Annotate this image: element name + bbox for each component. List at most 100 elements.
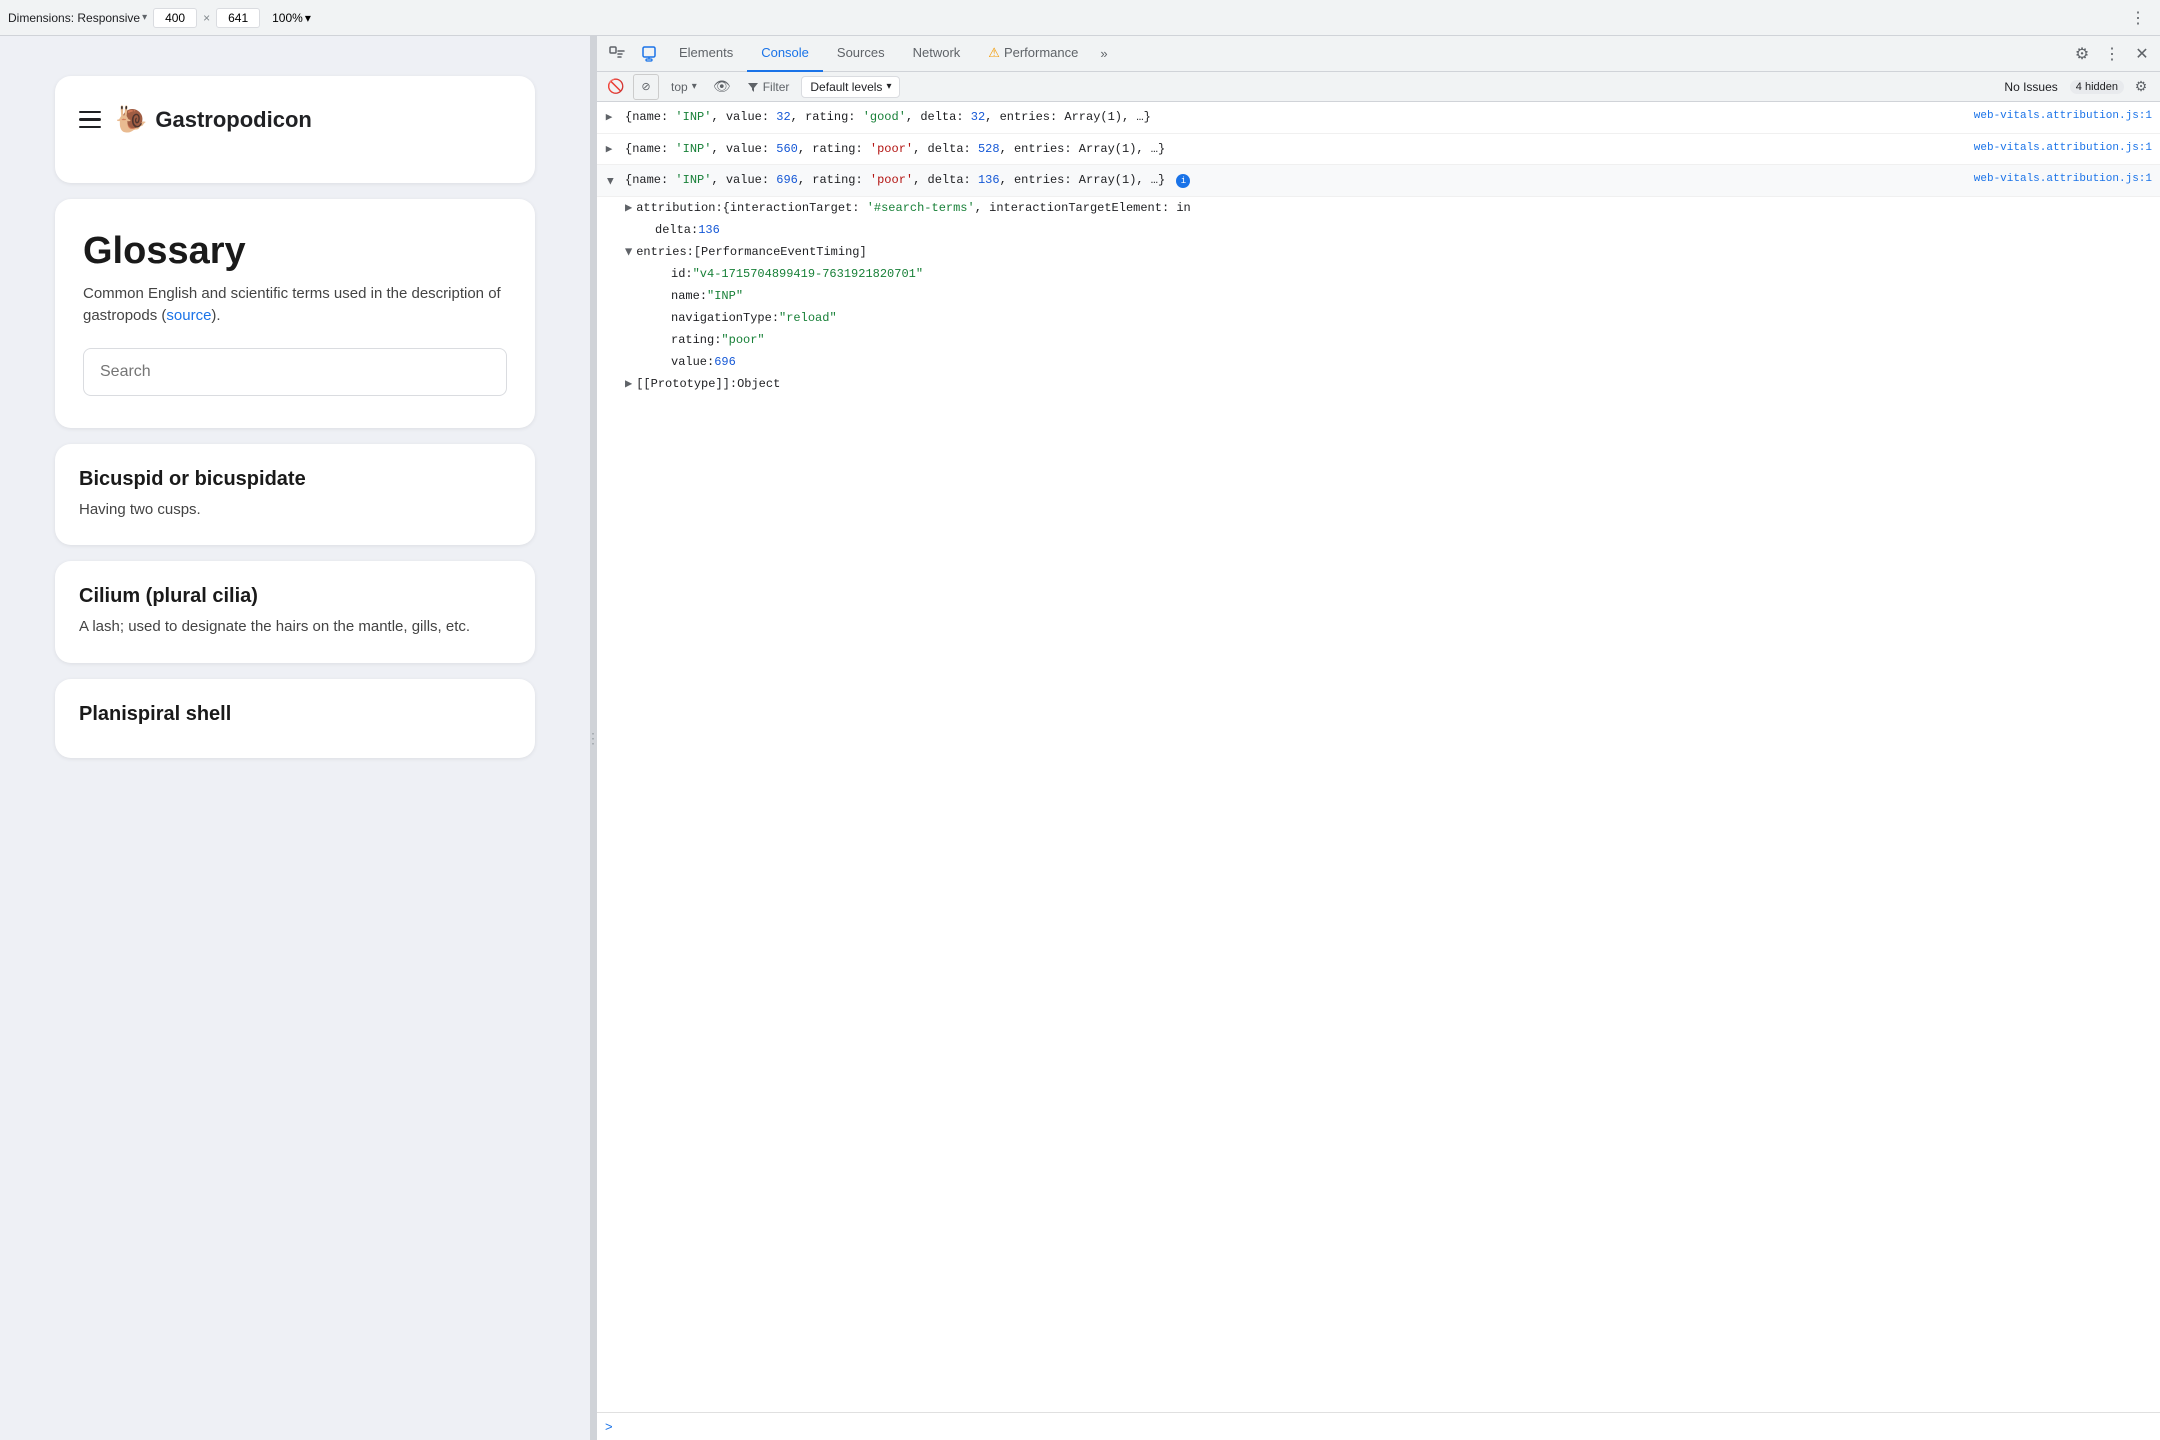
tab-network[interactable]: Network (899, 36, 975, 72)
dimensions-label: Dimensions: Responsive (8, 11, 140, 25)
console-settings-button[interactable]: ⊘ (633, 74, 659, 100)
search-input[interactable] (83, 348, 507, 396)
tree-rating: rating: "poor" (597, 329, 2160, 351)
glossary-title: Glossary (83, 231, 507, 273)
filter-label: Filter (763, 80, 790, 94)
console-prompt: > (597, 1412, 2160, 1440)
prototype-key: [[Prototype]] (636, 375, 730, 393)
toolbar-settings-button[interactable]: ⚙ (2128, 74, 2154, 100)
value-value: 696 (714, 353, 736, 371)
snail-icon: 🐌 (115, 104, 147, 135)
console-output[interactable]: ▶ web-vitals.attribution.js:1 {name: 'IN… (597, 102, 2160, 1412)
devtools-more-button[interactable]: ⋮ (2098, 40, 2126, 68)
tree-id: id: "v4-1715704899419-7631921820701" (597, 263, 2160, 285)
devtools-close-button[interactable]: ✕ (2128, 40, 2156, 68)
inspect-element-button[interactable] (601, 36, 633, 72)
resize-handle[interactable] (590, 36, 596, 1440)
site-header-card: 🐌 Gastropodicon (55, 76, 535, 183)
tree-entries: ▶ entries: [PerformanceEventTiming] (597, 241, 2160, 263)
dimensions-dropdown[interactable]: Dimensions: Responsive ▾ (8, 11, 147, 25)
term-card-planispiral: Planispiral shell (55, 679, 535, 758)
attribution-key: attribution (636, 199, 715, 217)
row-2-link[interactable]: web-vitals.attribution.js:1 (1974, 140, 2152, 157)
rating-key: rating (671, 331, 714, 349)
device-toolbar-button[interactable] (633, 36, 665, 72)
row-2-text: {name: 'INP', value: 560, rating: 'poor'… (625, 142, 1165, 156)
warning-icon: ⚠ (988, 45, 1000, 61)
zoom-chevron-icon: ▾ (305, 11, 311, 25)
tab-sources[interactable]: Sources (823, 36, 899, 72)
console-input[interactable] (619, 1420, 2152, 1434)
expand-arrow-2[interactable]: ▶ (606, 142, 613, 159)
hamburger-line-2 (79, 118, 101, 121)
clear-console-button[interactable]: 🚫 (603, 74, 629, 100)
eye-button[interactable]: 👁 (709, 74, 735, 100)
glossary-card: Glossary Common English and scientific t… (55, 199, 535, 428)
term-title: Bicuspid or bicuspidate (79, 468, 511, 491)
row-3-gutter: ▶ (597, 171, 621, 190)
term-card-cilium: Cilium (plural cilia) A lash; used to de… (55, 561, 535, 663)
glossary-desc-text: Common English and scientific terms used… (83, 285, 501, 325)
term-card-bicuspid: Bicuspid or bicuspidate Having two cusps… (55, 444, 535, 546)
more-tabs-button[interactable]: » (1092, 36, 1115, 72)
tree-delta: delta: 136 (597, 219, 2160, 241)
hidden-count-badge: 4 hidden (2070, 80, 2124, 94)
tree-indent-spacer (657, 353, 671, 371)
console-row-2: ▶ web-vitals.attribution.js:1 {name: 'IN… (597, 134, 2160, 166)
levels-chevron-icon: ▾ (886, 81, 891, 92)
log-levels-button[interactable]: Default levels ▾ (801, 76, 900, 98)
glossary-description: Common English and scientific terms used… (83, 283, 507, 328)
default-levels-label: Default levels (810, 80, 882, 94)
no-issues-label: No Issues (2004, 80, 2057, 94)
devtools-settings-button[interactable]: ⚙ (2068, 40, 2096, 68)
tab-performance[interactable]: ⚠ Performance (974, 36, 1092, 72)
info-badge[interactable]: i (1176, 174, 1190, 188)
row-1-gutter: ▶ (597, 108, 621, 127)
row-3-link[interactable]: web-vitals.attribution.js:1 (1974, 171, 2152, 188)
width-input[interactable] (153, 8, 197, 28)
tab-console[interactable]: Console (747, 36, 823, 72)
prototype-expand-arrow[interactable]: ▶ (625, 375, 632, 393)
tree-name: name: "INP" (597, 285, 2160, 307)
term-definition: Having two cusps. (79, 499, 511, 522)
entries-value: [PerformanceEventTiming] (694, 243, 867, 261)
expand-arrow-1[interactable]: ▶ (606, 110, 613, 127)
more-options-button[interactable]: ⋮ (2124, 4, 2152, 32)
devtools-tabs: Elements Console Sources Network ⚠ Perfo… (597, 36, 2160, 72)
console-row-3: ▶ web-vitals.attribution.js:1 {name: 'IN… (597, 165, 2160, 197)
height-input[interactable] (216, 8, 260, 28)
tree-indent-spacer (657, 287, 671, 305)
top-context-selector[interactable]: top ▾ (663, 76, 705, 98)
zoom-value: 100% (272, 11, 303, 25)
console-row-1: ▶ web-vitals.attribution.js:1 {name: 'IN… (597, 102, 2160, 134)
browser-viewport[interactable]: 🐌 Gastropodicon Glossary Common English … (0, 36, 590, 1440)
row-1-link[interactable]: web-vitals.attribution.js:1 (1974, 108, 2152, 125)
term-definition: A lash; used to designate the hairs on t… (79, 616, 511, 639)
filter-button[interactable]: Filter (739, 76, 798, 98)
tree-attribution: ▶ attribution: {interactionTarget: '#sea… (597, 197, 2160, 219)
attribution-expand-arrow[interactable]: ▶ (625, 199, 632, 217)
hamburger-menu-button[interactable] (79, 111, 101, 129)
navigation-type-value: "reload" (779, 309, 837, 327)
entries-expand-arrow[interactable]: ▶ (620, 248, 638, 255)
tab-elements-label: Elements (679, 45, 733, 60)
tab-elements[interactable]: Elements (665, 36, 747, 72)
tree-indent-spacer (657, 265, 671, 283)
tree-prototype: ▶ [[Prototype]]: Object (597, 373, 2160, 395)
tree-value: value: 696 (597, 351, 2160, 373)
row-3-content: web-vitals.attribution.js:1 {name: 'INP'… (625, 171, 2152, 189)
zoom-dropdown[interactable]: 100% ▾ (266, 9, 317, 27)
browser-content: 🐌 Gastropodicon Glossary Common English … (0, 36, 590, 1440)
devtools-tab-actions: ⚙ ⋮ ✕ (2068, 40, 2156, 68)
expand-arrow-3[interactable]: ▶ (601, 178, 618, 185)
term-title: Planispiral shell (79, 703, 511, 726)
row-1-text: {name: 'INP', value: 32, rating: 'good',… (625, 110, 1151, 124)
devtools-topbar: Dimensions: Responsive ▾ × 100% ▾ ⋮ (0, 0, 2160, 36)
devtools-panel: Elements Console Sources Network ⚠ Perfo… (596, 36, 2160, 1440)
no-issues-button[interactable]: No Issues (1996, 76, 2065, 98)
tree-navigation-type: navigationType: "reload" (597, 307, 2160, 329)
tab-performance-label: Performance (1004, 45, 1078, 60)
tab-sources-label: Sources (837, 45, 885, 60)
name-key: name (671, 287, 700, 305)
source-link[interactable]: source (166, 307, 211, 324)
